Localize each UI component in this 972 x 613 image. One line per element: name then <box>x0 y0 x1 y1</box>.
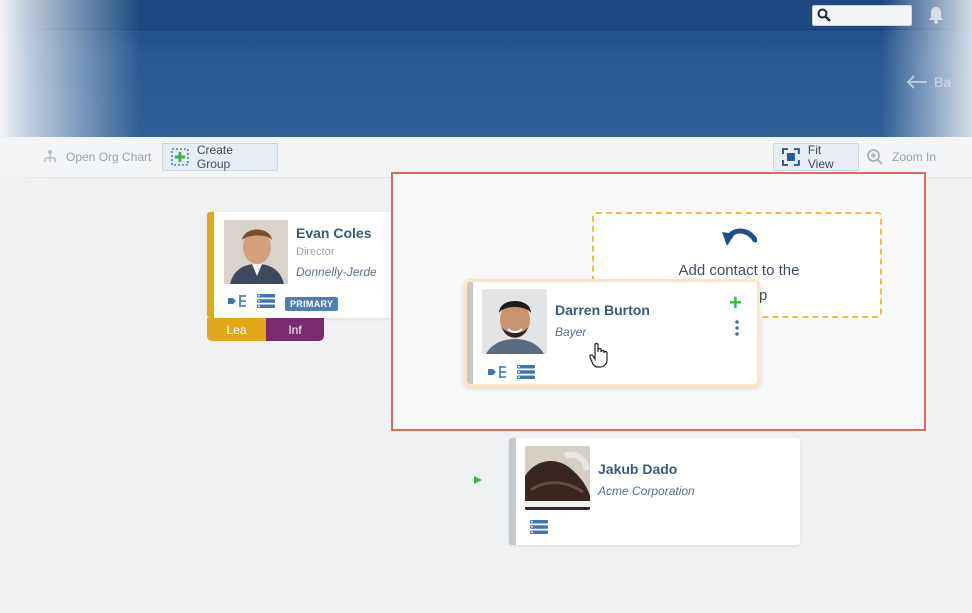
open-org-chart-button[interactable]: Open Org Chart <box>42 143 151 171</box>
contact-company[interactable]: Acme Corporation <box>598 484 695 498</box>
zoom-in-button[interactable]: Zoom In <box>866 143 936 171</box>
search-icon <box>817 8 831 27</box>
contact-role: Director <box>296 246 335 258</box>
hierarchy-icon[interactable] <box>227 294 247 313</box>
contact-name[interactable]: Evan Coles <box>296 225 371 241</box>
list-icon[interactable] <box>530 520 548 539</box>
hierarchy-icon[interactable] <box>487 365 507 384</box>
fit-view-label: Fit View <box>807 143 834 171</box>
contact-company[interactable]: Bayer <box>555 325 586 339</box>
create-group-button[interactable]: Create Group <box>162 143 278 171</box>
fit-view-button[interactable]: Fit View <box>773 143 859 171</box>
list-icon[interactable] <box>517 365 535 384</box>
zoom-in-icon <box>867 149 883 165</box>
contact-name[interactable]: Darren Burton <box>555 302 650 318</box>
avatar <box>224 220 288 284</box>
play-arrow-icon[interactable] <box>473 472 483 490</box>
header-fade-right <box>882 0 972 137</box>
contact-name[interactable]: Jakub Dado <box>598 461 677 477</box>
card-accent <box>509 438 516 545</box>
toolbar-fade <box>0 137 50 178</box>
contact-card-jakub[interactable]: Jakub Dado Acme Corporation <box>509 438 800 545</box>
open-org-chart-label: Open Org Chart <box>66 150 152 164</box>
curved-arrow-icon <box>721 226 758 257</box>
group-tab-lea[interactable]: Lea <box>207 318 266 341</box>
dragged-contact-card-darren[interactable]: Darren Burton Bayer + <box>464 279 760 387</box>
app-header: Ba <box>0 0 972 137</box>
card-accent <box>207 212 214 318</box>
list-icon[interactable] <box>257 294 275 313</box>
drop-zone-text: Add contact to the <box>678 262 800 279</box>
add-icon[interactable]: + <box>729 292 742 314</box>
fit-view-icon <box>782 148 800 166</box>
avatar <box>525 446 590 510</box>
add-group-icon <box>171 148 189 166</box>
avatar <box>482 289 547 354</box>
more-options-icon[interactable] <box>735 320 739 341</box>
primary-badge: PRIMARY <box>285 296 339 311</box>
hand-cursor-icon <box>589 342 609 373</box>
card-accent <box>467 282 473 384</box>
header-fade <box>0 0 140 137</box>
create-group-label: Create Group <box>196 143 233 171</box>
contact-company[interactable]: Donnelly-Jerde <box>296 265 377 279</box>
group-tab-inf[interactable]: Inf <box>266 318 324 341</box>
zoom-in-label: Zoom In <box>892 150 937 164</box>
